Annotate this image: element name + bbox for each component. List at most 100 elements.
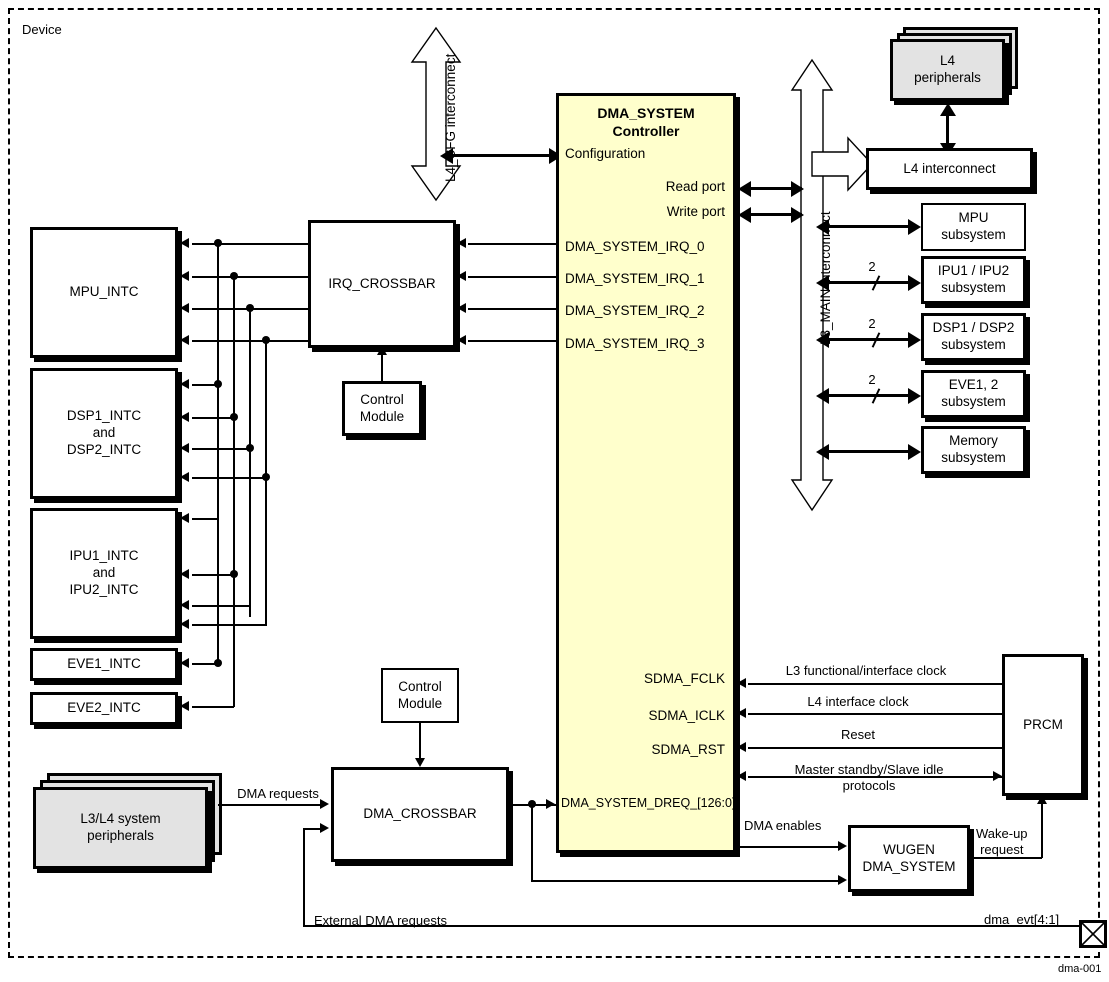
l3-dsp-arrow-left [816,331,829,348]
dma-evt-terminal [1079,920,1107,948]
rail-d-dot-mpu [262,336,270,344]
rail-c-dot-mpu [246,304,254,312]
l3-ipu-line [828,281,912,284]
irq3-arrow [457,335,466,345]
dma-crossbar-label: DMA_CROSSBAR [363,806,477,822]
xbar-mpu-arrow-2 [180,303,189,313]
eve2-intc-label: EVE2_INTC [67,700,141,716]
l4-clock-line [748,713,1004,715]
irq1-arrow [457,271,466,281]
l3-clock-line [748,683,1004,685]
memory-subsystem-block: Memory subsystem [921,426,1026,474]
dma-title-line1: DMA_SYSTEM [597,105,695,121]
ipu-intc-label-2: and [92,565,116,581]
control-module-bottom: Control Module [381,668,459,723]
dreq-branch-right [531,880,839,882]
port-sdma-fclk: SDMA_FCLK [643,671,725,686]
dma-requests-label: DMA requests [237,786,319,801]
dsp-intc-label-3: DSP2_INTC [66,441,142,457]
wugen-label-2: DMA_SYSTEM [862,858,956,874]
port-dma-dreq: DMA_SYSTEM_DREQ_[126:0] [561,796,736,810]
ipu-arrow-2 [180,600,189,610]
control-module-top-line [381,354,383,382]
wakeup-line-h [970,857,1042,859]
l4-peripherals-label-2: peripherals [914,70,981,85]
control-module-top-arrow [377,346,387,355]
standby-label: Master standby/Slave idle protocols [795,762,944,793]
irq-crossbar-label: IRQ_CROSSBAR [328,275,436,291]
mpu-intc-block: MPU_INTC [30,227,178,358]
irq2-arrow [457,303,466,313]
dsp-intc-block: DSP1_INTC and DSP2_INTC [30,368,178,499]
eve-subsystem-label-2: subsystem [941,394,1006,409]
control-module-top: Control Module [342,381,422,436]
eve1-intc-block: EVE1_INTC [30,648,178,681]
prcm-block: PRCM [1002,654,1084,796]
port-irq3: DMA_SYSTEM_IRQ_3 [565,336,705,351]
port-configuration: Configuration [565,146,646,161]
irq0-line [468,243,558,245]
dma-requests-arrow [320,799,329,809]
ipu-arrow-1 [180,569,189,579]
control-module-bottom-line [419,723,421,760]
wakeup-line-v [1041,804,1043,858]
dsp-line-3 [192,477,266,479]
l3-eve-arrow-right [908,387,921,404]
mpu-subsystem-label-1: MPU [958,210,989,226]
l4-clock-arrow [737,708,746,718]
eve1-line [192,663,218,665]
irq2-line [468,308,558,310]
port-irq1: DMA_SYSTEM_IRQ_1 [565,271,705,286]
dsp-intc-label-1: DSP1_INTC [66,408,142,424]
dsp-arrow-3 [180,472,189,482]
ipu-arrow-3 [180,619,189,629]
l3-mpu-arrow-right [908,218,921,235]
rail-a [217,243,219,663]
l3-dsp-arrow-right [908,331,921,348]
external-dma-arrow [320,823,329,833]
wakeup-arrow [1037,795,1047,804]
rail-b-dot-mpu [230,272,238,280]
memory-subsystem-label-2: subsystem [941,450,1006,465]
l3l4-peripherals-block: L3/L4 system peripherals [33,787,208,869]
l3-to-l4-hollow-arrow [811,136,874,192]
dsp-line-1 [192,417,234,419]
xbar-mpu-line-1 [192,276,308,278]
l3-mem-arrow-left [816,443,829,460]
mpu-intc-label: MPU_INTC [69,284,139,300]
l4-peripherals-block: L4 peripherals [890,39,1005,101]
l3-eve-bus-width: 2 [868,372,876,387]
dsp-line-0 [192,384,218,386]
dma-title-line2: Controller [612,123,680,140]
l4-peripherals-label-1: L4 [939,53,956,69]
dma-system-controller: DMA_SYSTEM Controller Configuration Read… [556,93,736,853]
control-module-bottom-label-1: Control [398,678,442,694]
eve-subsystem-block: EVE1, 2 subsystem [921,370,1026,418]
port-sdma-iclk: SDMA_ICLK [648,708,725,723]
ipu-intc-label-1: IPU1_INTC [69,548,139,564]
irq0-arrow [457,238,466,248]
port-irq0: DMA_SYSTEM_IRQ_0 [565,239,705,254]
port-write: Write port [666,204,725,219]
l3-dsp-bus-width: 2 [868,316,876,331]
dreq-branch-down [531,804,533,881]
rail-d [265,340,267,626]
l4cfg-config-arrow-left [440,147,453,164]
port-sdma-rst: SDMA_RST [651,742,725,757]
mpu-subsystem-block: MPU subsystem [921,203,1026,251]
l4periph-l4int-line [946,112,949,144]
rail-a-dot-mpu [214,239,222,247]
ipu-line-3 [192,624,266,626]
eve2-intc-block: EVE2_INTC [30,692,178,725]
l3-clock-arrow [737,678,746,688]
standby-arrow-left [737,771,746,781]
l3-mpu-line [828,225,912,228]
dsp-arrow-0 [180,379,189,389]
l3-eve-line [828,394,912,397]
write-port-arrow-left [738,206,751,223]
eve2-line [192,706,234,708]
dsp-arrow-1 [180,412,189,422]
standby-label-1: Master standby/Slave idle [794,762,944,777]
xbar-mpu-arrow-3 [180,335,189,345]
xbar-mpu-arrow-1 [180,271,189,281]
